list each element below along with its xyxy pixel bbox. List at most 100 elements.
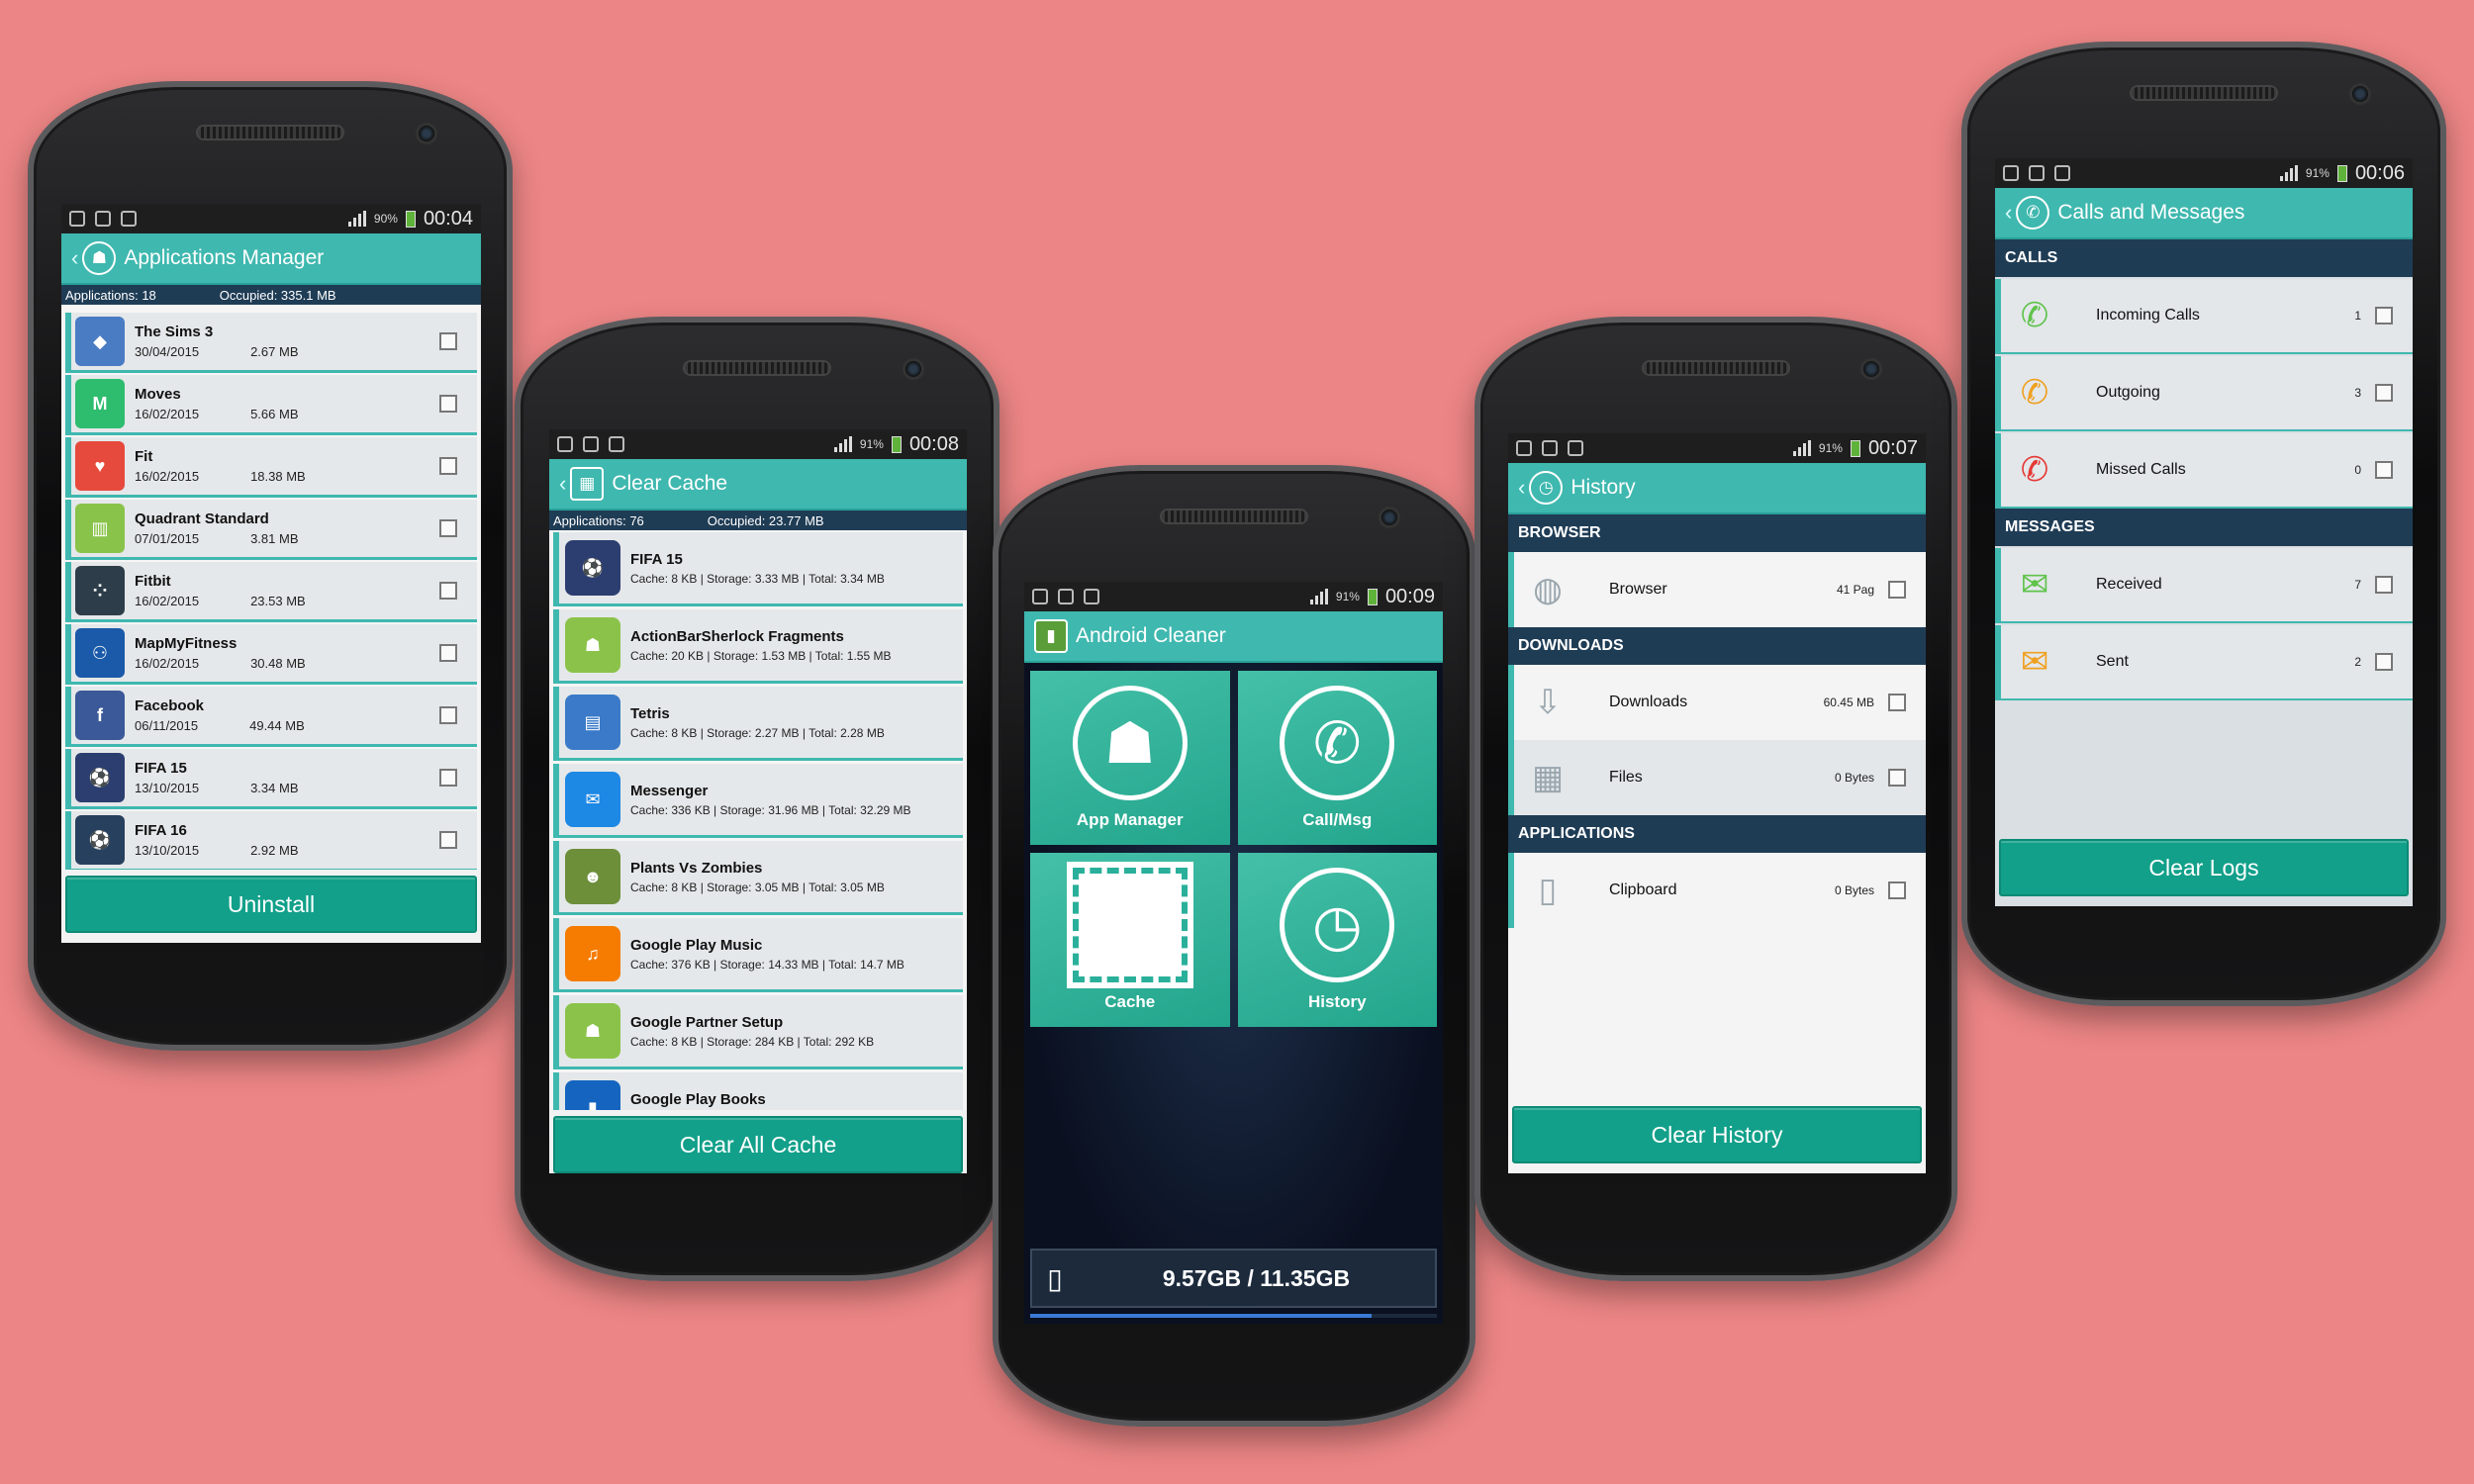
- info-bar: Applications: 18 Occupied: 335.1 MB: [61, 285, 481, 305]
- select-checkbox[interactable]: [439, 395, 457, 413]
- status-time: 00:06: [2354, 161, 2405, 184]
- app-row[interactable]: ◆ The Sims 3 30/04/2015 2.67 MB: [65, 313, 477, 373]
- select-checkbox[interactable]: [439, 831, 457, 849]
- cache-row[interactable]: ▮ Google Play BooksCache: 48 KB | Storage…: [553, 1072, 963, 1110]
- title-bar: ‹ ◷ History: [1508, 463, 1926, 514]
- item-row[interactable]: ✆ Incoming Calls 1: [1995, 279, 2413, 354]
- notification-icon: [583, 436, 599, 452]
- item-value: 0 Bytes: [1834, 883, 1874, 897]
- item-value: 2: [2354, 655, 2361, 669]
- item-row[interactable]: ▯ Clipboard 0 Bytes: [1508, 853, 1926, 928]
- item-row[interactable]: ✉ Sent 2: [1995, 625, 2413, 700]
- cache-row[interactable]: ☗ Google Partner Setup Cache: 8 KB | Stora…: [553, 995, 963, 1069]
- select-checkbox[interactable]: [2375, 384, 2393, 402]
- section-header: DOWNLOADS: [1508, 627, 1926, 665]
- android-app-icon: ☗: [565, 617, 620, 673]
- app-manager-tile[interactable]: ☗ App Manager: [1030, 671, 1230, 845]
- cache-row[interactable]: ✉ Messenger Cache: 336 KB | Storage: 31.96…: [553, 764, 963, 838]
- clear-logs-button[interactable]: Clear Logs: [1999, 839, 2409, 896]
- select-checkbox[interactable]: [2375, 653, 2393, 671]
- cache-detail: Cache: 8 KB | Storage: 2.27 MB | Total: …: [630, 725, 885, 740]
- back-icon[interactable]: ‹: [1518, 475, 1525, 501]
- select-checkbox[interactable]: [439, 769, 457, 787]
- cache-row[interactable]: ⚽ FIFA 15 Cache: 8 KB | Storage: 3.33 MB |…: [553, 532, 963, 606]
- app-row[interactable]: ▥ Quadrant Standard 07/01/2015 3.81 MB: [65, 500, 477, 560]
- signal-icon: [833, 436, 852, 452]
- sent-message-icon: ✉: [2020, 643, 2049, 681]
- app-name: Fit: [135, 448, 153, 465]
- install-date: 07/01/2015: [135, 531, 200, 546]
- select-checkbox[interactable]: [2375, 461, 2393, 479]
- history-tile[interactable]: ◷ History: [1237, 853, 1437, 1027]
- cache-row[interactable]: ♫ Google Play Music Cache: 376 KB | Storag…: [553, 918, 963, 992]
- phone-android-cleaner: 91% 00:09 ▮ Android Cleaner ☗ App Manage…: [993, 465, 1475, 1427]
- app-meta: 16/02/2015 23.53 MB: [135, 594, 439, 608]
- sim-icon: [609, 436, 624, 452]
- select-checkbox[interactable]: [439, 332, 457, 350]
- phone-icon: ✆: [1280, 686, 1395, 800]
- install-date: 16/02/2015: [135, 407, 200, 421]
- select-checkbox[interactable]: [2375, 307, 2393, 325]
- cache-tile[interactable]: Cache: [1030, 853, 1230, 1027]
- app-row[interactable]: ⚽ FIFA 16 13/10/2015 2.92 MB: [65, 811, 477, 870]
- chip-icon: [1066, 862, 1193, 988]
- app-row[interactable]: ♥ Fit 16/02/2015 18.38 MB: [65, 437, 477, 498]
- section-header: MESSAGES: [1995, 509, 2413, 546]
- item-name: Missed Calls: [2096, 461, 2186, 478]
- facebook-icon: f: [75, 691, 125, 740]
- app-size: 2.92 MB: [250, 843, 299, 858]
- status-bar: 90% 00:04: [61, 204, 481, 233]
- install-date: 30/04/2015: [135, 344, 200, 359]
- app-row[interactable]: f Facebook 06/11/2015 49.44 MB: [65, 687, 477, 747]
- usb-icon: [1032, 589, 1048, 604]
- select-checkbox[interactable]: [1888, 581, 1906, 599]
- cache-row[interactable]: ▤ Tetris Cache: 8 KB | Storage: 2.27 MB | …: [553, 687, 963, 761]
- page-title: Android Cleaner: [1076, 624, 1226, 647]
- status-bar: 91% 00:07: [1508, 433, 1926, 463]
- item-row[interactable]: ✆ Outgoing 3: [1995, 356, 2413, 431]
- select-checkbox[interactable]: [1888, 769, 1906, 787]
- item-row[interactable]: ✆ Missed Calls 0: [1995, 433, 2413, 509]
- phone-earpiece: [683, 360, 831, 376]
- call-msg-tile[interactable]: ✆ Call/Msg: [1237, 671, 1437, 845]
- select-checkbox[interactable]: [439, 457, 457, 475]
- app-row[interactable]: ⚽ FIFA 15 13/10/2015 3.34 MB: [65, 749, 477, 809]
- back-icon[interactable]: ‹: [2005, 200, 2012, 226]
- fifa15-icon: ⚽: [565, 540, 620, 596]
- storage-bar: ▯ 9.57GB / 11.35GB: [1030, 1249, 1437, 1308]
- clear-all-cache-button[interactable]: Clear All Cache: [553, 1116, 963, 1173]
- notification-icon: [1542, 440, 1558, 456]
- page-title: Calls and Messages: [2057, 201, 2245, 224]
- uninstall-button[interactable]: Uninstall: [65, 876, 477, 933]
- android-icon: ☗: [1072, 686, 1188, 800]
- app-row[interactable]: M Moves 16/02/2015 5.66 MB: [65, 375, 477, 435]
- back-icon[interactable]: ‹: [71, 245, 78, 271]
- app-row[interactable]: ⚇ MapMyFitness 16/02/2015 30.48 MB: [65, 624, 477, 685]
- cache-row[interactable]: ☻ Plants Vs Zombies Cache: 8 KB | Storage:…: [553, 841, 963, 915]
- item-row[interactable]: ◍ Browser 41 Pag: [1508, 552, 1926, 627]
- app-list[interactable]: ◆ The Sims 3 30/04/2015 2.67 MB M Moves 16/02/…: [61, 305, 481, 870]
- tile-label: History: [1307, 992, 1367, 1011]
- select-checkbox[interactable]: [439, 519, 457, 537]
- select-checkbox[interactable]: [2375, 576, 2393, 594]
- select-checkbox[interactable]: [1888, 881, 1906, 899]
- cache-row[interactable]: ☗ ActionBarSherlock Fragments Cache: 20 KB…: [553, 609, 963, 684]
- clear-history-button[interactable]: Clear History: [1512, 1106, 1922, 1163]
- item-row[interactable]: ⇩ Downloads 60.45 MB: [1508, 665, 1926, 740]
- screen: 91% 00:06 ‹ ✆ Calls and Messages CALLS ✆ I…: [1995, 158, 2413, 906]
- select-checkbox[interactable]: [439, 644, 457, 662]
- app-meta: 16/02/2015 18.38 MB: [135, 469, 439, 484]
- select-checkbox[interactable]: [439, 582, 457, 600]
- select-checkbox[interactable]: [1888, 694, 1906, 711]
- back-icon[interactable]: ‹: [559, 471, 566, 497]
- signal-icon: [2279, 165, 2298, 181]
- cache-list[interactable]: ⚽ FIFA 15 Cache: 8 KB | Storage: 3.33 MB |…: [549, 530, 967, 1110]
- phone-earpiece: [2130, 85, 2278, 101]
- item-row[interactable]: ▦ Files 0 Bytes: [1508, 740, 1926, 815]
- select-checkbox[interactable]: [439, 706, 457, 724]
- app-row[interactable]: ⁘ Fitbit 16/02/2015 23.53 MB: [65, 562, 477, 622]
- status-time: 00:08: [908, 432, 959, 455]
- signal-icon: [1309, 589, 1328, 604]
- item-row[interactable]: ✉ Received 7: [1995, 548, 2413, 623]
- app-meta: 07/01/2015 3.81 MB: [135, 531, 439, 546]
